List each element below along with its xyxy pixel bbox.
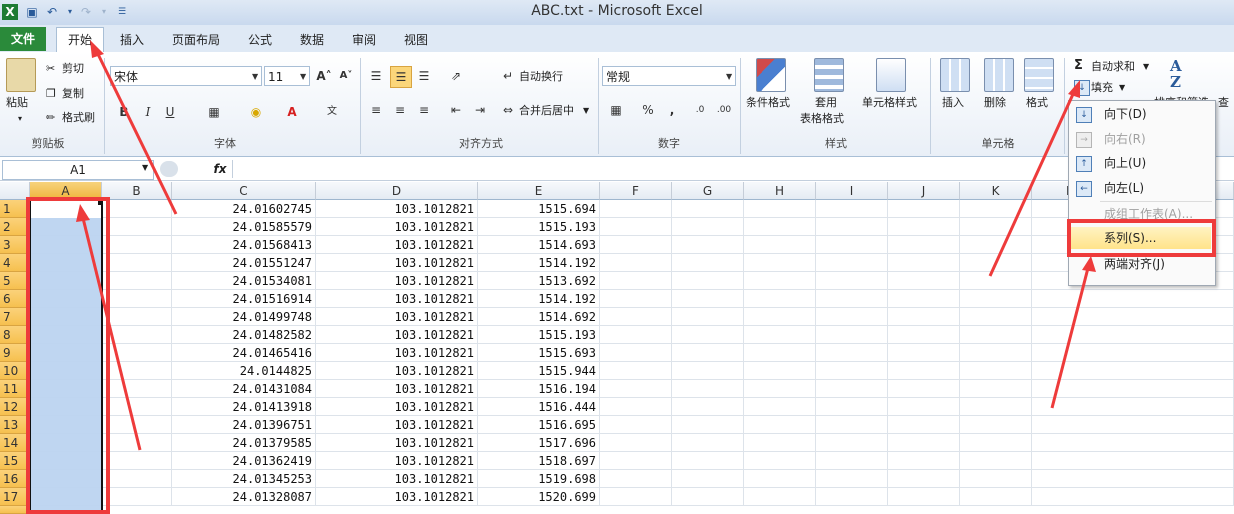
arrow-to-fill-button [988,91,1076,277]
arrow-to-column-a [80,213,142,451]
arrow-head [1068,80,1080,98]
arrow-head [90,40,104,58]
arrow-head [1082,256,1096,272]
annotation-arrows [76,40,1096,451]
arrow-to-home-tab [94,49,178,215]
arrow-to-series [1050,267,1090,409]
arrow-head [76,204,90,222]
